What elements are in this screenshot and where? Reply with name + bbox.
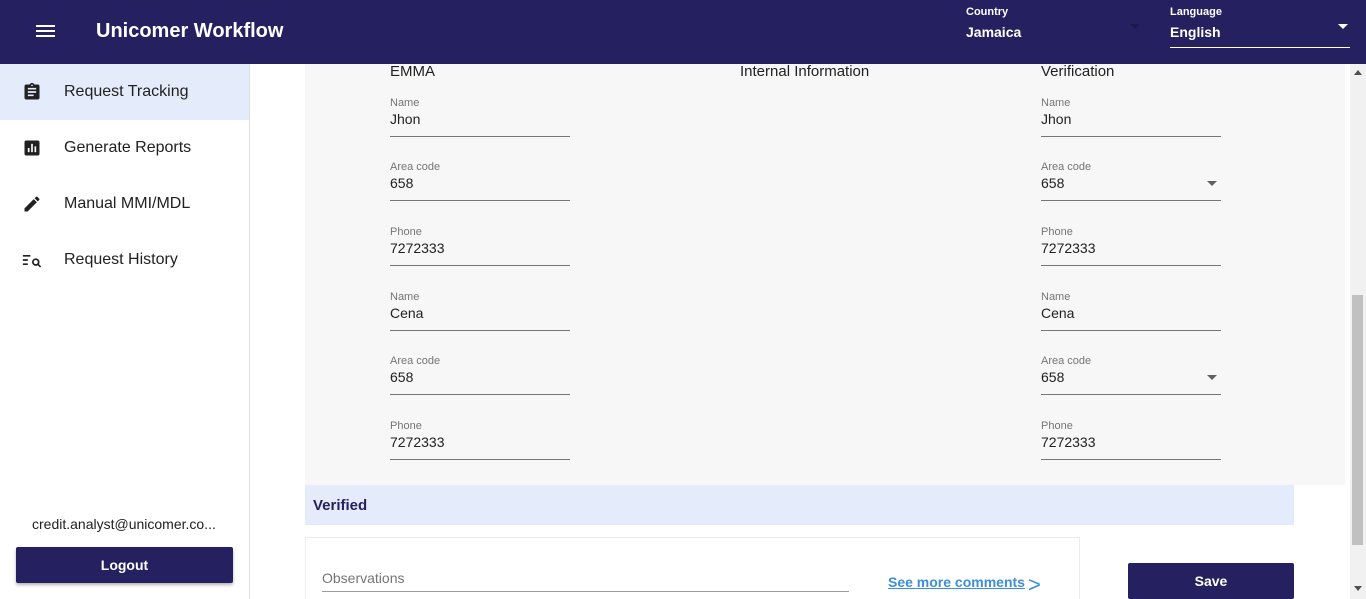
verified-label: Verified [313, 497, 368, 514]
scroll-up-icon[interactable] [1354, 70, 1362, 75]
emma-title: EMMA [390, 63, 435, 80]
top-app-bar: Unicomer Workflow Country Jamaica Langua… [0, 0, 1366, 64]
emma-area-code-field[interactable]: Area code 658 [390, 355, 570, 395]
emma-phone-field[interactable]: Phone 7272333 [390, 226, 570, 266]
scroll-thumb[interactable] [1352, 295, 1363, 545]
emma-name-field[interactable]: Name Jhon [390, 97, 570, 137]
emma-name-field[interactable]: Name Cena [390, 291, 570, 331]
chevron-down-icon [1207, 181, 1217, 186]
verification-phone-field[interactable]: Phone 7272333 [1041, 420, 1221, 460]
sidebar-item-label: Manual MMI/MDL [64, 195, 191, 212]
pencil-icon [24, 196, 40, 212]
field-value: 658 [1041, 175, 1065, 191]
field-value: 7272333 [1041, 434, 1096, 450]
sidebar-item-manual-mmi-mdl[interactable]: Manual MMI/MDL [0, 176, 249, 232]
sidebar-item-label: Generate Reports [64, 139, 192, 156]
field-value: 658 [1041, 369, 1065, 385]
clipboard-icon [24, 82, 40, 100]
user-email: credit.analyst@unicomer.co... [32, 516, 216, 532]
field-label: Name [390, 291, 420, 303]
field-label: Name [390, 97, 420, 109]
logout-button[interactable]: Logout [16, 547, 233, 583]
verification-phone-field[interactable]: Phone 7272333 [1041, 226, 1221, 266]
language-select[interactable]: Language English [1170, 4, 1350, 48]
verification-name-field[interactable]: Name Jhon [1041, 97, 1221, 137]
save-button[interactable]: Save [1128, 563, 1294, 599]
search-list-icon [22, 255, 42, 268]
field-value: 658 [390, 369, 414, 385]
field-value: Cena [390, 305, 424, 321]
sidebar-item-label: Request Tracking [64, 83, 189, 100]
field-label: Area code [1041, 161, 1092, 173]
emma-area-code-field[interactable]: Area code 658 [390, 161, 570, 201]
scrollbar[interactable] [1350, 64, 1366, 599]
language-label: Language [1170, 6, 1222, 18]
scroll-down-icon[interactable] [1354, 586, 1362, 591]
sidebar-item-generate-reports[interactable]: Generate Reports [0, 120, 249, 176]
chevron-down-icon [1130, 24, 1140, 29]
field-value: Jhon [1041, 111, 1072, 127]
verified-status-bar: Verified [305, 485, 1294, 525]
sidebar-item-request-history[interactable]: Request History [0, 232, 249, 288]
field-label: Phone [390, 226, 422, 238]
field-label: Area code [390, 355, 441, 367]
verification-title: Verification [1041, 63, 1115, 80]
language-value: English [1170, 24, 1221, 40]
chevron-down-icon [1207, 375, 1217, 380]
field-value: Cena [1041, 305, 1075, 321]
chevron-right-icon[interactable]: > [1028, 572, 1041, 598]
field-label: Phone [1041, 420, 1073, 432]
emma-phone-field[interactable]: Phone 7272333 [390, 420, 570, 460]
verification-area-code-select[interactable]: Area code 658 [1041, 161, 1221, 201]
country-label: Country [966, 6, 1009, 18]
field-value: 7272333 [390, 434, 445, 450]
chevron-down-icon [1338, 24, 1348, 29]
field-value: Jhon [390, 111, 421, 127]
app-title: Unicomer Workflow [96, 20, 284, 42]
observations-card: Observations See more comments > [305, 537, 1080, 599]
field-label: Name [1041, 97, 1071, 109]
field-value: 7272333 [390, 240, 445, 256]
field-label: Name [1041, 291, 1071, 303]
field-value: 7272333 [1041, 240, 1096, 256]
report-chart-icon [24, 140, 40, 156]
see-more-comments-link[interactable]: See more comments [888, 574, 1025, 590]
internal-information-title: Internal Information [740, 63, 870, 80]
field-value: 658 [390, 175, 414, 191]
verification-area-code-select[interactable]: Area code 658 [1041, 355, 1221, 395]
field-label: Area code [1041, 355, 1092, 367]
field-label: Phone [1041, 226, 1073, 238]
main-content: EMMA Internal Information Verification N… [250, 63, 1350, 599]
country-value: Jamaica [966, 24, 1022, 40]
sidebar-item-request-tracking[interactable]: Request Tracking [0, 64, 249, 120]
sidebar: Request Tracking Generate Reports Manual… [0, 64, 250, 599]
field-label: Area code [390, 161, 441, 173]
observations-input[interactable]: Observations [322, 570, 849, 592]
menu-icon[interactable] [36, 22, 60, 42]
sidebar-item-label: Request History [64, 251, 178, 268]
verification-name-field[interactable]: Name Cena [1041, 291, 1221, 331]
country-select[interactable]: Country Jamaica [966, 4, 1142, 48]
field-label: Phone [390, 420, 422, 432]
